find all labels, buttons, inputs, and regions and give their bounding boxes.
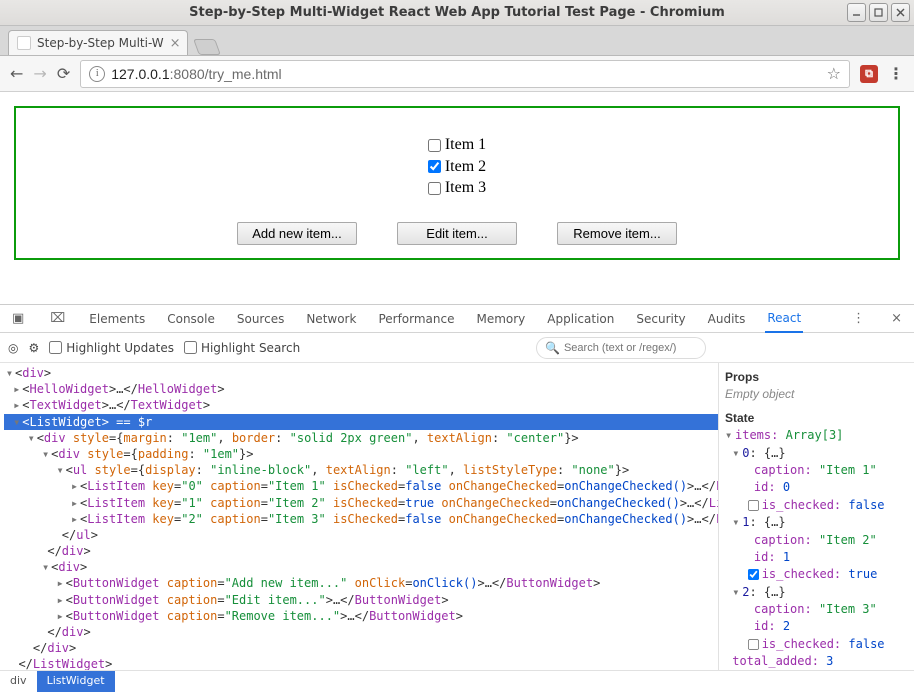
react-side-panel: Props Empty object State ▾items: Array[3…: [718, 363, 914, 670]
state-leaf[interactable]: is_checked: false: [725, 636, 908, 653]
tab-security[interactable]: Security: [634, 306, 687, 332]
window-buttons: [847, 3, 910, 22]
tab-memory[interactable]: Memory: [474, 306, 527, 332]
inspect-icon[interactable]: ▣: [8, 311, 28, 326]
item-checkbox[interactable]: [428, 160, 441, 173]
tab-audits[interactable]: Audits: [706, 306, 748, 332]
devtools-close-icon[interactable]: ×: [887, 311, 906, 326]
state-header: State: [725, 410, 908, 427]
tab-console[interactable]: Console: [165, 306, 217, 332]
state-leaf: caption: "Item 3": [725, 601, 908, 618]
devtools-tabbar: ▣ ⌧ Elements Console Sources Network Per…: [0, 305, 914, 333]
browser-tab[interactable]: Step-by-Step Multi-W ×: [8, 30, 188, 55]
devtools-panel: ▣ ⌧ Elements Console Sources Network Per…: [0, 304, 914, 692]
state-leaf: caption: "Item 2": [725, 532, 908, 549]
react-search-input[interactable]: [564, 342, 706, 354]
highlight-search-checkbox[interactable]: Highlight Search: [184, 341, 300, 355]
state-items[interactable]: ▾items: Array[3]: [725, 427, 908, 444]
bookmark-star-icon[interactable]: ☆: [827, 64, 841, 83]
window-title: Step-by-Step Multi-Widget React Web App …: [189, 5, 725, 20]
crumb-div[interactable]: div: [0, 671, 37, 692]
new-tab-button[interactable]: [193, 39, 221, 55]
state-leaf: caption: "Item 1": [725, 462, 908, 479]
tab-sources[interactable]: Sources: [235, 306, 286, 332]
page-body: Item 1 Item 2 Item 3 Add new item... Edi…: [0, 92, 914, 274]
state-row[interactable]: ▾0: {…}: [725, 445, 908, 462]
item-checkbox[interactable]: [428, 182, 441, 195]
tab-close-icon[interactable]: ×: [170, 36, 181, 51]
site-info-icon[interactable]: i: [89, 66, 105, 82]
props-empty: Empty object: [725, 386, 908, 403]
tab-react[interactable]: React: [765, 305, 803, 333]
button-row: Add new item... Edit item... Remove item…: [29, 222, 885, 245]
breadcrumb: div ListWidget: [0, 670, 914, 692]
browser-toolbar: ← → ⟳ i 127.0.0.1:8080/try_me.html ☆ ⧉ ⋮: [0, 56, 914, 92]
react-search[interactable]: 🔍: [536, 337, 706, 359]
tab-performance[interactable]: Performance: [376, 306, 456, 332]
items-list: Item 1 Item 2 Item 3: [428, 134, 486, 199]
items-wrapper: Item 1 Item 2 Item 3: [29, 121, 885, 212]
item-label: Item 2: [445, 158, 486, 175]
react-settings-icon[interactable]: ⚙: [28, 341, 39, 355]
maximize-button[interactable]: [869, 3, 888, 22]
url-text: 127.0.0.1:8080/try_me.html: [111, 66, 820, 82]
page-viewport: Item 1 Item 2 Item 3 Add new item... Edi…: [0, 92, 914, 692]
item-checkbox[interactable]: [428, 139, 441, 152]
state-leaf: id: 2: [725, 618, 908, 635]
remove-item-button[interactable]: Remove item...: [557, 222, 677, 245]
highlight-updates-label: Highlight Updates: [66, 341, 174, 355]
list-item: Item 2: [428, 156, 486, 178]
state-leaf: id: 1: [725, 549, 908, 566]
tab-application[interactable]: Application: [545, 306, 616, 332]
state-leaf[interactable]: is_checked: false: [725, 497, 908, 514]
extension-icon[interactable]: ⧉: [860, 65, 878, 83]
chrome-menu-icon[interactable]: ⋮: [888, 64, 904, 83]
item-label: Item 3: [445, 179, 486, 196]
edit-item-button[interactable]: Edit item...: [397, 222, 517, 245]
tab-elements[interactable]: Elements: [87, 306, 147, 332]
tab-strip: Step-by-Step Multi-W ×: [0, 26, 914, 56]
props-header: Props: [725, 369, 908, 386]
forward-button[interactable]: →: [33, 64, 46, 83]
window-titlebar: Step-by-Step Multi-Widget React Web App …: [0, 0, 914, 26]
close-button[interactable]: [891, 3, 910, 22]
item-label: Item 1: [445, 136, 486, 153]
react-toolbar: ◎ ⚙ Highlight Updates Highlight Search 🔍: [0, 333, 914, 363]
list-widget-container: Item 1 Item 2 Item 3 Add new item... Edi…: [14, 106, 900, 260]
device-toolbar-icon[interactable]: ⌧: [46, 311, 69, 326]
state-leaf: total_added: 3: [725, 653, 908, 670]
reload-button[interactable]: ⟳: [57, 64, 70, 83]
list-item: Item 1: [428, 134, 486, 156]
back-button[interactable]: ←: [10, 64, 23, 83]
address-bar[interactable]: i 127.0.0.1:8080/try_me.html ☆: [80, 60, 850, 88]
state-leaf[interactable]: is_checked: true: [725, 566, 908, 583]
crumb-listwidget[interactable]: ListWidget: [37, 671, 115, 692]
minimize-button[interactable]: [847, 3, 866, 22]
state-row[interactable]: ▾1: {…}: [725, 514, 908, 531]
tab-title: Step-by-Step Multi-W: [37, 36, 164, 50]
add-item-button[interactable]: Add new item...: [237, 222, 357, 245]
page-favicon: [17, 36, 31, 50]
devtools-body: ▾<div> ▸<HelloWidget>…</HelloWidget> ▸<T…: [0, 363, 914, 670]
state-leaf: id: 0: [725, 479, 908, 496]
tab-network[interactable]: Network: [304, 306, 358, 332]
highlight-updates-checkbox[interactable]: Highlight Updates: [49, 341, 174, 355]
state-row[interactable]: ▾2: {…}: [725, 584, 908, 601]
react-inspect-icon[interactable]: ◎: [8, 341, 18, 355]
highlight-search-label: Highlight Search: [201, 341, 300, 355]
search-icon: 🔍: [545, 341, 560, 355]
devtools-menu-icon[interactable]: ⋮: [848, 311, 869, 326]
list-item: Item 3: [428, 177, 486, 199]
react-component-tree[interactable]: ▾<div> ▸<HelloWidget>…</HelloWidget> ▸<T…: [0, 363, 718, 670]
